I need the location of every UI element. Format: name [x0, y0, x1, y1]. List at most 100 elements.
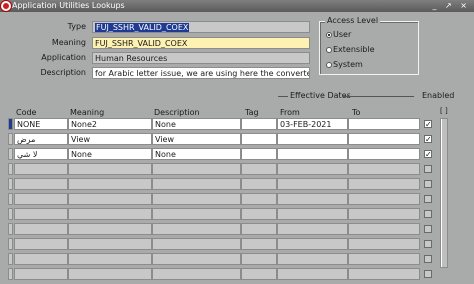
cell-meaning[interactable]: View	[68, 133, 152, 145]
cell-to[interactable]	[348, 193, 420, 205]
enabled-checkbox[interactable]	[424, 225, 432, 233]
cell-code[interactable]: مرض	[14, 133, 68, 145]
cell-to[interactable]	[348, 253, 420, 265]
cell-tag[interactable]	[241, 148, 277, 160]
cell-code[interactable]	[14, 163, 68, 175]
row-indicator[interactable]	[8, 178, 13, 190]
cell-meaning[interactable]: None	[68, 148, 152, 160]
enabled-checkbox[interactable]: ✓	[424, 135, 432, 144]
cell-description[interactable]: View	[152, 133, 241, 145]
cell-to[interactable]	[348, 268, 420, 280]
cell-meaning[interactable]	[68, 238, 152, 250]
row-indicator[interactable]	[8, 253, 13, 265]
enabled-checkbox[interactable]	[424, 240, 432, 248]
cell-to[interactable]	[348, 163, 420, 175]
cell-from[interactable]	[277, 268, 348, 280]
row-indicator[interactable]	[8, 223, 13, 235]
enabled-checkbox[interactable]	[424, 255, 432, 263]
cell-to[interactable]	[348, 238, 420, 250]
cell-code[interactable]	[14, 253, 68, 265]
cell-from[interactable]	[277, 208, 348, 220]
enabled-checkbox[interactable]	[424, 195, 432, 203]
cell-tag[interactable]	[241, 238, 277, 250]
cell-tag[interactable]	[241, 223, 277, 235]
cell-from[interactable]	[277, 178, 348, 190]
cell-description[interactable]: None	[152, 118, 241, 130]
row-indicator[interactable]	[8, 133, 13, 145]
enabled-checkbox[interactable]: ✓	[424, 150, 432, 159]
cell-meaning[interactable]	[68, 208, 152, 220]
cell-code[interactable]	[14, 268, 68, 280]
enabled-checkbox[interactable]	[424, 210, 432, 218]
cell-description[interactable]	[152, 178, 241, 190]
cell-from[interactable]	[277, 163, 348, 175]
cell-tag[interactable]	[241, 178, 277, 190]
cell-meaning[interactable]	[68, 268, 152, 280]
cell-from[interactable]	[277, 238, 348, 250]
cell-to[interactable]	[348, 208, 420, 220]
cell-from[interactable]	[277, 223, 348, 235]
enabled-checkbox[interactable]: ✓	[424, 120, 432, 129]
cell-tag[interactable]	[241, 133, 277, 145]
cell-tag[interactable]	[241, 193, 277, 205]
grid-scrollbar[interactable]	[440, 118, 448, 268]
cell-description[interactable]: None	[152, 148, 241, 160]
cell-to[interactable]	[348, 133, 420, 145]
row-indicator[interactable]	[8, 163, 13, 175]
radio-user[interactable]: User	[326, 30, 351, 40]
description-field[interactable]: for Arabic letter issue, we are using he…	[92, 67, 310, 79]
cell-code[interactable]	[14, 223, 68, 235]
cell-tag[interactable]	[241, 253, 277, 265]
cell-description[interactable]	[152, 163, 241, 175]
radio-extensible[interactable]: Extensible	[326, 45, 375, 55]
cell-from[interactable]	[277, 148, 348, 160]
cell-code[interactable]: NONE	[14, 118, 68, 130]
meaning-field[interactable]: FUJ_SSHR_VALID_COEX	[92, 37, 310, 49]
cell-to[interactable]	[348, 223, 420, 235]
cell-from[interactable]	[277, 253, 348, 265]
cell-meaning[interactable]	[68, 178, 152, 190]
cell-tag[interactable]	[241, 118, 277, 130]
cell-tag[interactable]	[241, 163, 277, 175]
cell-code[interactable]	[14, 193, 68, 205]
cell-description[interactable]	[152, 268, 241, 280]
cell-code[interactable]	[14, 208, 68, 220]
cell-meaning[interactable]	[68, 253, 152, 265]
cell-description[interactable]	[152, 193, 241, 205]
cell-meaning[interactable]: None2	[68, 118, 152, 130]
cell-to[interactable]	[348, 148, 420, 160]
application-field[interactable]: Human Resources	[92, 52, 310, 64]
cell-tag[interactable]	[241, 208, 277, 220]
row-indicator[interactable]	[8, 118, 13, 130]
radio-system[interactable]: System	[326, 60, 363, 70]
cell-description[interactable]	[152, 223, 241, 235]
row-indicator[interactable]	[8, 238, 13, 250]
cell-to[interactable]	[348, 118, 420, 130]
cell-to[interactable]	[348, 178, 420, 190]
cell-from[interactable]	[277, 133, 348, 145]
scrollbar-thumb[interactable]	[441, 119, 447, 267]
cell-from[interactable]: 03-FEB-2021	[277, 118, 348, 130]
row-indicator[interactable]	[8, 193, 13, 205]
type-field[interactable]: FUJ_SSHR_VALID_COEX	[92, 21, 310, 33]
cell-code[interactable]	[14, 178, 68, 190]
row-indicator[interactable]	[8, 208, 13, 220]
cell-tag[interactable]	[241, 268, 277, 280]
cell-description[interactable]	[152, 208, 241, 220]
cell-meaning[interactable]	[68, 193, 152, 205]
folder-dots-button[interactable]: [ ]	[440, 107, 448, 115]
enabled-checkbox[interactable]	[424, 180, 432, 188]
row-indicator[interactable]	[8, 268, 13, 280]
cell-code[interactable]: لا شي	[14, 148, 68, 160]
cell-from[interactable]	[277, 193, 348, 205]
cell-meaning[interactable]	[68, 223, 152, 235]
cell-meaning[interactable]	[68, 163, 152, 175]
row-indicator[interactable]	[8, 148, 13, 160]
window-controls[interactable]: _ ↗ ×	[433, 0, 471, 12]
cell-description[interactable]	[152, 253, 241, 265]
cell-code[interactable]	[14, 238, 68, 250]
enabled-checkbox[interactable]	[424, 165, 432, 173]
cell-description[interactable]	[152, 238, 241, 250]
oracle-app-icon	[1, 1, 11, 11]
enabled-checkbox[interactable]	[424, 270, 432, 278]
